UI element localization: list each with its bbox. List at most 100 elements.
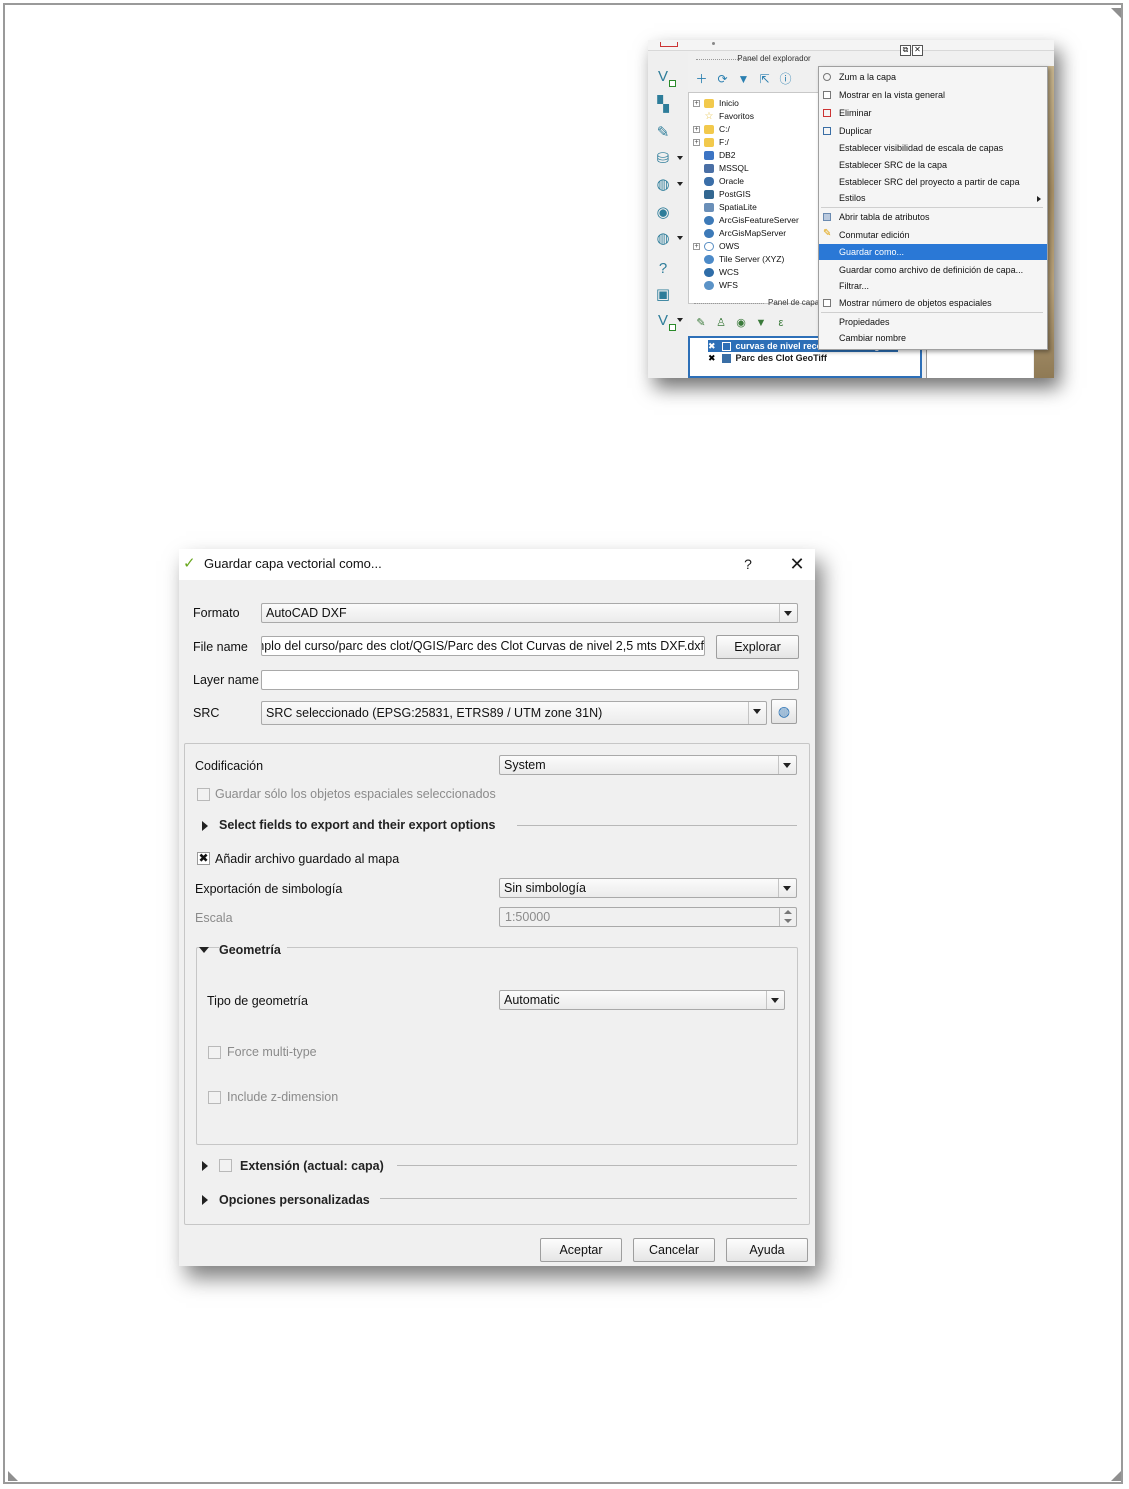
symbology-combo[interactable]: Sin simbología <box>499 878 797 898</box>
menu-item-set-project-crs[interactable]: Establecer SRC del proyecto a partir de … <box>819 174 1047 190</box>
select-fields-section-title[interactable]: Select fields to export and their export… <box>219 818 495 832</box>
float-panel-icon[interactable]: ⧉ <box>900 45 911 56</box>
delimited-text-icon[interactable]: ✎ <box>652 122 674 142</box>
add-to-map-checkbox[interactable]: ✖ <box>197 852 210 865</box>
crs-selector-icon[interactable]: ◍ <box>771 699 797 724</box>
expand-arrow-icon[interactable] <box>202 1195 208 1205</box>
tree-item[interactable]: ☆ Favoritos <box>693 110 754 122</box>
add-layer-icon[interactable]: ＋ <box>694 72 709 87</box>
chevron-down-icon <box>778 879 796 897</box>
layer-visibility-checkbox[interactable]: ✖ <box>708 341 716 352</box>
dropdown-arrow-icon[interactable] <box>677 236 683 240</box>
visibility-eye-icon[interactable]: ◉ <box>734 316 748 330</box>
raster-layer-icon <box>721 353 731 363</box>
filename-input[interactable]: ejemplo del curso/parc des clot/QGIS/Par… <box>261 636 705 656</box>
include-z-checkbox[interactable] <box>208 1091 221 1104</box>
tree-item[interactable]: + C:/ <box>693 123 730 135</box>
tree-item[interactable]: PostGIS <box>693 188 751 200</box>
menu-item-set-layer-crs[interactable]: Establecer SRC de la capa <box>819 157 1047 173</box>
geometry-type-combo[interactable]: Automatic <box>499 990 785 1010</box>
tree-item[interactable]: WFS <box>693 279 738 291</box>
tree-item[interactable]: Oracle <box>693 175 744 187</box>
browse-button[interactable]: Explorar <box>716 635 799 659</box>
menu-item-properties[interactable]: Propiedades <box>819 314 1047 330</box>
extent-section-title[interactable]: Extensión (actual: capa) <box>240 1159 384 1173</box>
menu-item-remove[interactable]: Eliminar <box>819 105 1047 121</box>
only-selected-checkbox[interactable] <box>197 788 210 801</box>
force-multi-label: Force multi-type <box>227 1045 317 1059</box>
section-divider <box>397 1165 797 1166</box>
expand-icon[interactable]: + <box>693 125 700 133</box>
tree-item[interactable]: + F:/ <box>693 136 729 148</box>
expand-icon[interactable]: + <box>693 242 700 250</box>
help-button[interactable]: Ayuda <box>726 1238 808 1262</box>
extent-checkbox[interactable] <box>219 1159 232 1172</box>
menu-item-save-layer-definition[interactable]: Guardar como archivo de definición de ca… <box>819 262 1047 278</box>
raster-layer-icon[interactable]: ▚ <box>652 94 674 114</box>
tree-item[interactable]: ArcGisFeatureServer <box>693 214 799 226</box>
wms-globe-icon[interactable]: ◍ <box>652 174 674 194</box>
tree-item[interactable]: MSSQL <box>693 162 749 174</box>
tree-item[interactable]: + Inicio <box>693 97 739 109</box>
info-icon[interactable]: ⓘ <box>778 72 793 87</box>
menu-item-label: Conmutar edición <box>839 230 910 240</box>
expand-icon[interactable]: + <box>693 138 700 146</box>
add-group-icon[interactable]: ♙ <box>714 316 728 330</box>
force-multi-checkbox[interactable] <box>208 1046 221 1059</box>
spin-arrows-icon[interactable] <box>779 908 796 926</box>
wfs-globe-icon[interactable]: ◍ <box>652 228 674 248</box>
new-shapefile-icon[interactable]: V <box>652 310 676 331</box>
menu-item-rename[interactable]: Cambiar nombre <box>819 330 1047 346</box>
scale-spinbox[interactable]: 1:50000 <box>499 907 797 927</box>
close-panel-icon[interactable]: ✕ <box>912 45 923 56</box>
layer-visibility-checkbox[interactable]: ✖ <box>708 353 716 364</box>
menu-item-duplicate[interactable]: Duplicar <box>819 123 1047 139</box>
dropdown-arrow-icon[interactable] <box>677 318 683 322</box>
dropdown-arrow-icon[interactable] <box>677 156 683 160</box>
layer-item[interactable]: ✖ Parc des Clot GeoTiff <box>708 352 827 364</box>
open-layer-styling-icon[interactable]: ✎ <box>694 316 708 330</box>
help-icon[interactable]: ? <box>740 553 756 575</box>
cancel-button[interactable]: Cancelar <box>633 1238 715 1262</box>
menu-item-zoom-to-layer[interactable]: Zum a la capa <box>819 69 1047 85</box>
menu-item-scale-visibility[interactable]: Establecer visibilidad de escala de capa… <box>819 140 1047 156</box>
collapse-arrow-icon[interactable] <box>199 947 209 953</box>
layername-input[interactable] <box>261 670 799 690</box>
menu-item-show-overview[interactable]: Mostrar en la vista general <box>819 87 1047 103</box>
virtual-layer-icon[interactable]: ? <box>652 258 674 278</box>
new-vector-layer-icon[interactable]: V <box>652 66 676 87</box>
format-combo[interactable]: AutoCAD DXF <box>261 603 798 623</box>
spatialite-layer-icon[interactable]: ▣ <box>652 284 674 304</box>
menu-item-attribute-table[interactable]: Abrir tabla de atributos <box>819 209 1047 225</box>
expand-arrow-icon[interactable] <box>202 1161 208 1171</box>
menu-item-save-as[interactable]: Guardar como... <box>819 244 1047 260</box>
menu-item-styles[interactable]: Estilos <box>819 190 1047 206</box>
tree-item[interactable]: DB2 <box>693 149 736 161</box>
wcs-globe-icon[interactable]: ◉ <box>652 202 674 222</box>
menu-item-filter[interactable]: Filtrar... <box>819 278 1047 294</box>
tree-item[interactable]: + OWS <box>693 240 739 252</box>
expand-arrow-icon[interactable] <box>202 821 208 831</box>
tree-item[interactable]: Tile Server (XYZ) <box>693 253 784 265</box>
zoom-icon <box>823 73 831 81</box>
database-layer-icon[interactable]: ⛁ <box>652 148 674 168</box>
menu-item-feature-count[interactable]: Mostrar número de objetos espaciales <box>819 295 1047 311</box>
expression-filter-icon[interactable]: ε <box>774 316 788 330</box>
encoding-combo[interactable]: System <box>499 755 797 775</box>
close-icon[interactable]: ✕ <box>786 552 808 576</box>
geometry-section-title[interactable]: Geometría <box>219 943 287 957</box>
refresh-icon[interactable]: ⟳ <box>715 72 730 87</box>
src-combo[interactable]: SRC seleccionado (EPSG:25831, ETRS89 / U… <box>261 701 767 725</box>
accept-button[interactable]: Aceptar <box>540 1238 622 1262</box>
menu-item-toggle-editing[interactable]: ✎ Conmutar edición <box>819 227 1047 243</box>
dropdown-arrow-icon[interactable] <box>677 182 683 186</box>
custom-options-section-title[interactable]: Opciones personalizadas <box>219 1193 370 1207</box>
menu-item-label: Establecer SRC del proyecto a partir de … <box>839 177 1020 187</box>
expand-icon[interactable]: + <box>693 99 700 107</box>
filter-legend-icon[interactable]: ▼ <box>754 316 768 330</box>
tree-item[interactable]: SpatiaLite <box>693 201 757 213</box>
collapse-all-icon[interactable]: ⇱ <box>757 72 772 87</box>
tree-item[interactable]: WCS <box>693 266 739 278</box>
filter-icon[interactable]: ▼ <box>736 72 751 87</box>
tree-item[interactable]: ArcGisMapServer <box>693 227 786 239</box>
